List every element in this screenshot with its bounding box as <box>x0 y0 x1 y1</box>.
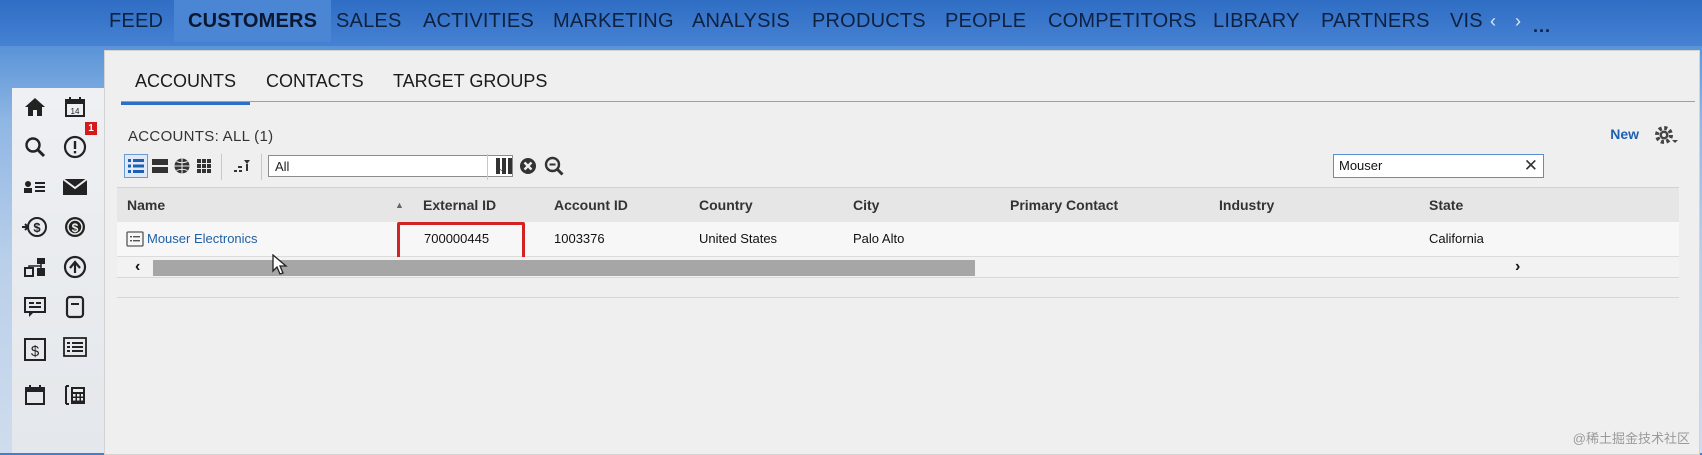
watermark: @稀土掘金技术社区 <box>1572 431 1690 446</box>
nav-vis[interactable]: VIS <box>1450 0 1483 42</box>
svg-text:14: 14 <box>71 107 80 116</box>
nav-analysis[interactable]: ANALYSIS <box>692 0 790 42</box>
calendar-icon[interactable]: 14 <box>62 94 88 120</box>
sort-icon[interactable] <box>231 155 253 177</box>
advanced-search-icon[interactable] <box>543 155 565 177</box>
nav-people[interactable]: PEOPLE <box>945 0 1026 42</box>
contacts-list-icon[interactable] <box>22 174 48 200</box>
scroll-left-icon[interactable]: ‹ <box>135 257 140 277</box>
list-title: ACCOUNTS: ALL (1) <box>128 128 274 145</box>
scroll-right-icon[interactable]: › <box>1515 257 1520 277</box>
chat-icon[interactable] <box>22 294 48 320</box>
column-industry[interactable]: Industry <box>1219 188 1274 222</box>
tab-divider <box>121 101 1695 102</box>
column-name[interactable]: Name <box>127 188 165 222</box>
search-icon[interactable] <box>22 134 48 160</box>
column-country[interactable]: Country <box>699 188 753 222</box>
horizontal-scrollbar[interactable]: ‹ › <box>117 257 1679 278</box>
refresh-circle-icon[interactable] <box>62 254 88 280</box>
country-cell: United States <box>699 231 778 246</box>
highlight-annotation <box>397 222 525 262</box>
calculator-icon[interactable] <box>62 382 88 408</box>
nav-more-icon[interactable]: ... <box>1533 0 1551 46</box>
state-cell: California <box>1429 231 1484 246</box>
nav-customers[interactable]: CUSTOMERS <box>174 0 332 42</box>
mail-icon[interactable] <box>62 174 88 200</box>
settings-gear-icon[interactable] <box>1653 122 1679 148</box>
column-primary-contact[interactable]: Primary Contact <box>1010 188 1118 222</box>
globe-view-icon[interactable] <box>171 155 193 177</box>
invoice-icon[interactable]: $ <box>22 336 48 362</box>
grid-view-icon[interactable] <box>193 155 215 177</box>
sort-ascending-icon[interactable]: ▲ <box>395 188 404 222</box>
search-input[interactable]: Mouser ✕ <box>1333 154 1544 178</box>
account-card-icon <box>126 231 144 250</box>
nav-sales[interactable]: SALES <box>336 0 401 42</box>
city-cell: Palo Alto <box>853 231 905 246</box>
nav-marketing[interactable]: MARKETING <box>553 0 674 42</box>
calendar-small-icon[interactable] <box>22 382 48 408</box>
nav-library[interactable]: LIBRARY <box>1213 0 1300 42</box>
main-panel: ACCOUNTS CONTACTS TARGET GROUPS ACCOUNTS… <box>104 50 1700 455</box>
table-header: Name ▲ External ID Account ID Country Ci… <box>117 187 1679 223</box>
alert-badge: 1 <box>85 122 97 135</box>
table-bottom-divider <box>117 297 1679 298</box>
tab-accounts[interactable]: ACCOUNTS <box>121 63 251 105</box>
column-external-id[interactable]: External ID <box>423 188 496 222</box>
query-filter-value: All <box>275 159 290 174</box>
tab-contacts[interactable]: CONTACTS <box>266 63 364 101</box>
notebook-icon[interactable] <box>62 294 88 320</box>
list-view-icon[interactable] <box>124 154 148 178</box>
nav-partners[interactable]: PARTNERS <box>1321 0 1430 42</box>
nav-scroll-left-icon[interactable]: ‹ <box>1490 0 1496 42</box>
left-icon-rail: 14 $ $ $ <box>12 88 105 453</box>
nav-scroll-right-icon[interactable]: › <box>1515 0 1521 42</box>
top-navigation: FEED CUSTOMERS SALES ACTIVITIES MARKETIN… <box>0 0 1702 46</box>
toolbar-separator <box>221 154 222 180</box>
account-id-cell: 1003376 <box>554 231 605 246</box>
dollar-circle-icon[interactable]: $ <box>62 214 88 240</box>
nav-activities[interactable]: ACTIVITIES <box>423 0 534 42</box>
column-account-id[interactable]: Account ID <box>554 188 628 222</box>
home-icon[interactable] <box>22 94 48 120</box>
toolbar-separator <box>487 154 488 180</box>
alert-icon[interactable] <box>62 134 88 160</box>
nav-competitors[interactable]: COMPETITORS <box>1048 0 1197 42</box>
toolbar-separator <box>261 154 262 180</box>
card-view-icon[interactable] <box>149 155 171 177</box>
org-chart-icon[interactable] <box>22 254 48 280</box>
clear-search-icon[interactable]: ✕ <box>1524 155 1538 177</box>
clear-filter-icon[interactable] <box>517 155 539 177</box>
svg-text:$: $ <box>31 343 40 360</box>
table-row[interactable]: Mouser Electronics 700000445 1003376 Uni… <box>117 222 1679 257</box>
search-input-value: Mouser <box>1339 158 1383 173</box>
columns-icon[interactable] <box>493 155 515 177</box>
money-transfer-icon[interactable]: $ <box>22 214 48 240</box>
mouse-cursor-icon <box>272 253 288 276</box>
list-icon[interactable] <box>62 334 88 360</box>
account-name-link[interactable]: Mouser Electronics <box>147 222 258 256</box>
column-city[interactable]: City <box>853 188 879 222</box>
nav-feed[interactable]: FEED <box>109 0 163 42</box>
svg-text:$: $ <box>72 221 79 235</box>
nav-products[interactable]: PRODUCTS <box>812 0 926 42</box>
query-filter-select[interactable]: All ⌵ <box>268 155 513 177</box>
tab-target-groups[interactable]: TARGET GROUPS <box>393 63 547 101</box>
svg-text:$: $ <box>33 220 41 235</box>
column-state[interactable]: State <box>1429 188 1463 222</box>
new-button[interactable]: New <box>1610 126 1639 142</box>
